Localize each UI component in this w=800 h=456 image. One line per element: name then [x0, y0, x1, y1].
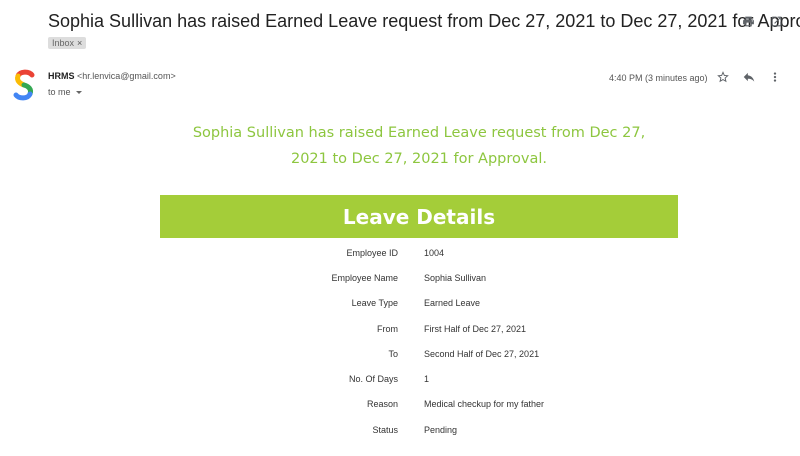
detail-value: Medical checkup for my father: [424, 399, 545, 410]
email-subject: Sophia Sullivan has raised Earned Leave …: [48, 11, 800, 31]
inbox-label: Inbox: [52, 38, 75, 48]
detail-value: Second Half of Dec 27, 2021: [424, 348, 540, 359]
headline-line-2: 2021 to Dec 27, 2021 for Approval.: [290, 151, 547, 167]
detail-label: Employee Name: [331, 272, 398, 283]
detail-label: No. Of Days: [348, 374, 398, 385]
chevron-down-icon[interactable]: [75, 90, 82, 94]
star-icon[interactable]: [716, 70, 730, 89]
message-actions: [716, 70, 782, 89]
detail-row: To Second Half of Dec 27, 2021: [160, 341, 678, 366]
detail-value: Pending: [424, 424, 458, 435]
recipient-label: to me: [48, 87, 71, 97]
sender-line: HRMS <hr.lenvica@gmail.com>: [48, 71, 176, 81]
remove-label-icon[interactable]: ×: [77, 37, 82, 49]
detail-row: Leave Type Earned Leave: [160, 291, 678, 316]
detail-row: Employee Name Sophia Sullivan: [160, 265, 678, 290]
detail-value: Sophia Sullivan: [424, 272, 487, 283]
detail-label: Leave Type: [351, 298, 398, 309]
more-icon[interactable]: [768, 70, 782, 89]
detail-label: From: [377, 323, 398, 334]
print-icon[interactable]: [741, 14, 755, 28]
leave-details-table: Employee ID 1004 Employee Name Sophia Su…: [160, 240, 678, 442]
detail-value: 1: [424, 374, 430, 385]
detail-label: Reason: [366, 399, 398, 410]
recipient-details-toggle[interactable]: to me: [48, 87, 82, 97]
subject-actions: [741, 14, 783, 28]
detail-row: From First Half of Dec 27, 2021: [160, 316, 678, 341]
email-timestamp: 4:40 PM (3 minutes ago): [609, 73, 708, 83]
detail-row: Status Pending: [160, 417, 678, 442]
email-headline: Sophia Sullivan has raised Earned Leave …: [160, 120, 678, 172]
detail-label: Employee ID: [346, 247, 398, 258]
headline-line-1: Sophia Sullivan has raised Earned Leave …: [192, 125, 646, 141]
detail-row: Employee ID 1004: [160, 240, 678, 265]
detail-label: To: [388, 348, 398, 359]
detail-label: Status: [372, 424, 398, 435]
detail-value: First Half of Dec 27, 2021: [424, 323, 527, 334]
sender-email: <hr.lenvica@gmail.com>: [77, 71, 176, 81]
sender-name[interactable]: HRMS: [48, 71, 75, 81]
detail-row: No. Of Days 1: [160, 366, 678, 391]
sender-avatar[interactable]: [12, 69, 36, 101]
inbox-label-chip[interactable]: Inbox ×: [48, 37, 87, 49]
detail-value: Earned Leave: [424, 298, 481, 309]
banner-title: Leave Details: [342, 204, 496, 229]
detail-row: Reason Medical checkup for my father: [160, 392, 678, 417]
detail-value: 1004: [424, 247, 445, 258]
open-in-new-window-icon[interactable]: [769, 14, 783, 28]
leave-details-banner: Leave Details: [160, 195, 678, 238]
reply-icon[interactable]: [742, 70, 756, 89]
